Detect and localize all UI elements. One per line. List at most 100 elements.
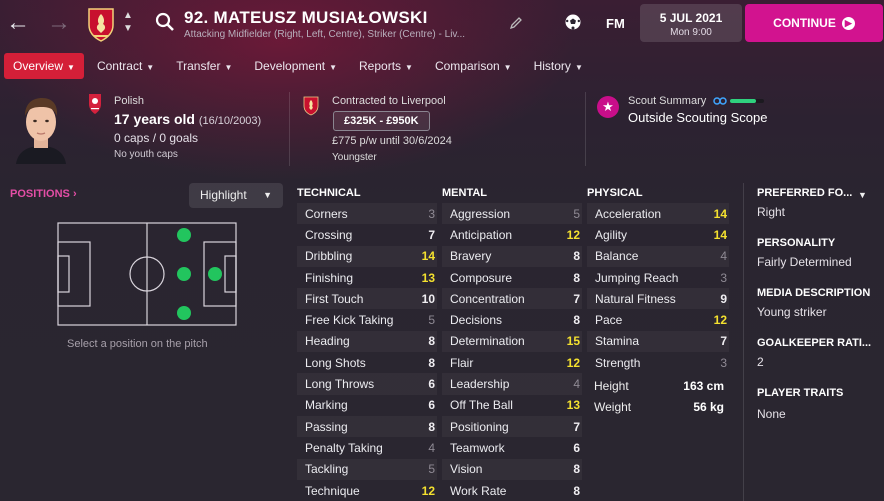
pitch-diagram[interactable]: [57, 222, 237, 326]
attribute-row[interactable]: Strength 3: [587, 352, 729, 373]
attribute-row[interactable]: Agility 14: [587, 224, 729, 245]
tab-history[interactable]: History ▼: [525, 53, 592, 79]
up-down-icon[interactable]: ▲ ▼: [121, 9, 135, 35]
attribute-row[interactable]: Passing 8: [297, 415, 437, 438]
tab-label: History: [533, 59, 571, 73]
attribute-row[interactable]: Anticipation 12: [442, 224, 582, 245]
attribute-row[interactable]: Balance 4: [587, 245, 729, 267]
attribute-name: Passing: [305, 419, 348, 434]
forward-arrow-icon[interactable]: →: [47, 9, 71, 37]
attribute-row[interactable]: Heading 8: [297, 330, 437, 353]
tab-bar: Overview ▼ Contract ▼ Transfer ▼ Developmen…: [4, 53, 596, 79]
player-name: 92. MATEUSZ MUSIAŁOWSKI: [184, 8, 428, 27]
attribute-name: Crossing: [305, 227, 353, 242]
attribute-row[interactable]: Vision 8: [442, 458, 582, 480]
search-icon[interactable]: [155, 12, 175, 32]
attribute-row[interactable]: Concentration 7: [442, 288, 582, 310]
attribute-row[interactable]: Off The Ball 13: [442, 395, 582, 416]
attribute-name: Composure: [450, 270, 513, 285]
tab-comparison[interactable]: Comparison ▼: [426, 53, 521, 79]
highlight-dropdown[interactable]: Highlight ▼: [189, 183, 283, 208]
attribute-name: Positioning: [450, 419, 509, 434]
attribute-value: 14: [713, 227, 727, 242]
attribute-row[interactable]: First Touch 10: [297, 288, 437, 310]
football-icon[interactable]: [564, 13, 582, 31]
date-box[interactable]: 5 JUL 2021 Mon 9:00: [640, 4, 742, 42]
tab-transfer[interactable]: Transfer ▼: [167, 53, 241, 79]
value-range[interactable]: £325K - £950K: [333, 111, 430, 131]
tab-reports[interactable]: Reports ▼: [350, 53, 422, 79]
attribute-row[interactable]: Dribbling 14: [297, 245, 437, 267]
pencil-icon[interactable]: [509, 16, 523, 30]
top-bar: ← → ▲ ▼ 92. MATEUSZ MUSIAŁOWSKI Attacking…: [0, 0, 884, 48]
positions-link[interactable]: POSITIONS ›: [10, 188, 77, 200]
tab-development[interactable]: Development ▼: [245, 53, 346, 79]
attribute-name: Balance: [595, 249, 639, 264]
squad-status: Youngster: [332, 152, 377, 163]
current-date: 5 JUL 2021: [659, 11, 723, 25]
club-crest-icon: [303, 96, 319, 116]
attribute-value: 12: [421, 483, 435, 498]
attribute-row[interactable]: Long Shots 8: [297, 352, 437, 373]
attribute-row[interactable]: Penalty Taking 4: [297, 437, 437, 458]
attribute-value: 8: [573, 462, 580, 477]
attribute-name: Anticipation: [450, 227, 513, 242]
attribute-row[interactable]: Composure 8: [442, 267, 582, 288]
chevron-down-icon: ▼: [329, 63, 338, 72]
attribute-value: 3: [428, 206, 435, 221]
club-crest-icon[interactable]: [85, 5, 117, 43]
attribute-name: Off The Ball: [450, 398, 513, 413]
weight-row: Weight 56 kg: [594, 400, 724, 414]
continue-button[interactable]: CONTINUE ▶: [745, 4, 883, 42]
attribute-row[interactable]: Leadership 4: [442, 373, 582, 395]
attribute-row[interactable]: Jumping Reach 3: [587, 267, 729, 288]
attribute-row[interactable]: Teamwork 6: [442, 437, 582, 458]
physical-attributes: Acceleration 14 Agility 14 Balance 4 Jumping R…: [587, 203, 729, 373]
chevron-down-icon[interactable]: ▼: [858, 190, 867, 200]
youth-caps: No youth caps: [114, 149, 178, 160]
attribute-name: Long Throws: [305, 377, 375, 392]
height-label: Height: [594, 379, 629, 393]
attribute-row[interactable]: Pace 12: [587, 309, 729, 330]
position-dot-aml[interactable]: [177, 228, 191, 242]
play-icon: ▶: [841, 16, 855, 30]
chevron-down-icon: ▼: [263, 190, 272, 200]
back-arrow-icon[interactable]: ←: [6, 9, 30, 37]
international-caps: 0 caps / 0 goals: [114, 131, 199, 145]
attribute-value: 8: [573, 313, 580, 328]
attribute-row[interactable]: Aggression 5: [442, 203, 582, 225]
attribute-row[interactable]: Long Throws 6: [297, 373, 437, 395]
attribute-row[interactable]: Natural Fitness 9: [587, 288, 729, 310]
attribute-row[interactable]: Decisions 8: [442, 309, 582, 330]
fm-logo[interactable]: FM: [606, 16, 625, 31]
attribute-row[interactable]: Tackling 5: [297, 458, 437, 480]
tab-label: Reports: [359, 59, 402, 73]
attribute-value: 8: [573, 249, 580, 264]
attribute-value: 4: [428, 440, 435, 455]
attribute-row[interactable]: Acceleration 14: [587, 203, 729, 225]
wage: £775 p/w until 30/6/2024: [332, 135, 452, 147]
position-dot-amc[interactable]: [177, 267, 191, 281]
attribute-row[interactable]: Bravery 8: [442, 245, 582, 267]
attribute-name: Strength: [595, 355, 641, 370]
attribute-row[interactable]: Determination 15: [442, 330, 582, 353]
attribute-row[interactable]: Positioning 7: [442, 415, 582, 438]
attribute-row[interactable]: Corners 3: [297, 203, 437, 225]
position-dot-amr[interactable]: [177, 306, 191, 320]
position-dot-st[interactable]: [208, 267, 222, 281]
attribute-row[interactable]: Marking 6: [297, 395, 437, 416]
attribute-row[interactable]: Finishing 13: [297, 267, 437, 288]
attribute-row[interactable]: Free Kick Taking 5: [297, 309, 437, 330]
tab-overview[interactable]: Overview ▼: [4, 53, 84, 79]
scout-summary-text: Outside Scouting Scope: [628, 110, 768, 125]
attribute-row[interactable]: Work Rate 8: [442, 480, 582, 501]
attribute-value: 7: [720, 334, 727, 349]
tab-contract[interactable]: Contract ▼: [88, 53, 163, 79]
tab-label: Transfer: [176, 59, 221, 73]
attribute-row[interactable]: Crossing 7: [297, 224, 437, 245]
attribute-row[interactable]: Flair 12: [442, 352, 582, 373]
attribute-row[interactable]: Technique 12: [297, 480, 437, 501]
attribute-row[interactable]: Stamina 7: [587, 330, 729, 353]
contract-club: Contracted to Liverpool: [332, 95, 446, 107]
positions-title: POSITIONS: [10, 188, 70, 200]
